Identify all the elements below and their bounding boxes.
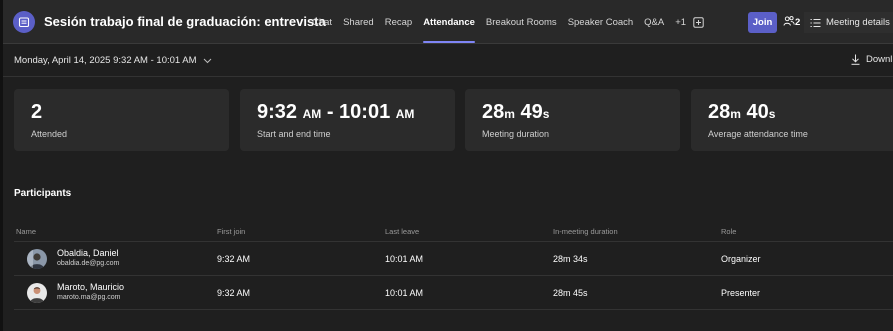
table-row[interactable]: Maroto, Mauricio maroto.ma@pg.com 9:32 A… xyxy=(14,276,893,310)
average-minutes-unit: m xyxy=(730,107,741,121)
start-ampm: AM xyxy=(302,107,322,121)
participant-email: maroto.ma@pg.com xyxy=(57,294,121,301)
duration-seconds: 49 xyxy=(514,101,543,123)
tab-speaker-coach[interactable]: Speaker Coach xyxy=(568,0,633,44)
duration-seconds-unit: s xyxy=(542,107,550,121)
tab-attendance[interactable]: Attendance xyxy=(423,0,475,44)
meeting-details-label: Meeting details xyxy=(826,17,890,28)
participant-email: obaldia.de@pg.com xyxy=(57,260,120,267)
start-end-time-value: 9:32 AM - 10:01 AM xyxy=(257,101,414,124)
attended-value: 2 xyxy=(31,101,43,123)
tab-more[interactable]: +1 xyxy=(675,0,686,44)
tab-chat[interactable]: Chat xyxy=(312,0,332,44)
participants-heading: Participants xyxy=(14,188,72,199)
session-date-label: Monday, April 14, 2025 9:32 AM - 10:01 A… xyxy=(14,55,197,66)
tab-recap[interactable]: Recap xyxy=(385,0,412,44)
start-end-time-card: 9:32 AM - 10:01 AM Start and end time xyxy=(240,89,455,151)
meeting-duration-card: 28m 49s Meeting duration xyxy=(465,89,680,151)
duration-cell: 28m 45s xyxy=(553,287,588,298)
add-tab-icon[interactable] xyxy=(693,0,704,44)
tab-shared[interactable]: Shared xyxy=(343,0,374,44)
column-header-name[interactable]: Name xyxy=(16,227,36,236)
end-time: 10:01 xyxy=(339,101,391,123)
chevron-down-icon xyxy=(203,58,212,64)
participants-count: 2 xyxy=(795,17,801,28)
table-header: Name First join Last leave In-meeting du… xyxy=(14,222,893,242)
first-join-cell: 9:32 AM xyxy=(217,287,251,298)
start-time: 9:32 xyxy=(257,101,298,123)
meeting-tabs: Chat Shared Recap Attendance Breakout Ro… xyxy=(312,0,704,44)
meeting-duration-label: Meeting duration xyxy=(482,129,550,139)
meeting-details-button[interactable]: Meeting details xyxy=(804,12,893,33)
calendar-meeting-icon xyxy=(13,11,35,33)
average-seconds: 40 xyxy=(740,101,769,123)
participant-cell: Maroto, Mauricio maroto.ma@pg.com xyxy=(14,282,124,303)
average-attendance-value: 28m 40s xyxy=(708,101,775,124)
attended-card: 2 Attended xyxy=(14,89,229,151)
time-separator: - xyxy=(321,101,340,123)
participants-table: Name First join Last leave In-meeting du… xyxy=(14,222,893,310)
average-attendance-label: Average attendance time xyxy=(708,129,808,139)
duration-minutes: 28 xyxy=(482,101,505,123)
column-header-duration[interactable]: In-meeting duration xyxy=(553,227,618,236)
column-header-role[interactable]: Role xyxy=(721,227,736,236)
participant-name: Maroto, Mauricio xyxy=(57,282,125,292)
session-date-dropdown[interactable]: Monday, April 14, 2025 9:32 AM - 10:01 A… xyxy=(14,55,212,66)
avatar xyxy=(27,248,47,269)
end-ampm: AM xyxy=(395,107,415,121)
column-header-first-join[interactable]: First join xyxy=(217,227,245,236)
duration-cell: 28m 34s xyxy=(553,253,588,264)
meeting-title: Sesión trabajo final de graduación: entr… xyxy=(44,14,326,29)
average-attendance-card: 28m 40s Average attendance time xyxy=(691,89,893,151)
attended-label: Attended xyxy=(31,129,68,139)
join-button[interactable]: Join xyxy=(748,12,777,33)
duration-minutes-unit: m xyxy=(504,107,515,121)
download-button[interactable]: Downl xyxy=(851,54,892,65)
first-join-cell: 9:32 AM xyxy=(217,253,251,264)
tab-qa[interactable]: Q&A xyxy=(644,0,664,44)
participant-cell: Obaldia, Daniel obaldia.de@pg.com xyxy=(14,248,119,269)
attendance-toolbar: Monday, April 14, 2025 9:32 AM - 10:01 A… xyxy=(3,44,893,77)
meeting-header: Sesión trabajo final de graduación: entr… xyxy=(3,0,893,44)
start-end-time-label: Start and end time xyxy=(257,129,331,139)
download-icon xyxy=(851,54,860,65)
average-minutes: 28 xyxy=(708,101,731,123)
meeting-duration-value: 28m 49s xyxy=(482,101,549,124)
people-icon xyxy=(783,15,795,30)
column-header-last-leave[interactable]: Last leave xyxy=(385,227,419,236)
role-cell: Organizer xyxy=(721,253,761,264)
table-row[interactable]: Obaldia, Daniel obaldia.de@pg.com 9:32 A… xyxy=(14,242,893,276)
last-leave-cell: 10:01 AM xyxy=(385,287,424,298)
last-leave-cell: 10:01 AM xyxy=(385,253,424,264)
participants-button[interactable]: 2 xyxy=(783,14,800,31)
role-cell: Presenter xyxy=(721,287,761,298)
participant-name: Obaldia, Daniel xyxy=(57,248,119,258)
average-seconds-unit: s xyxy=(768,107,776,121)
avatar xyxy=(27,282,47,303)
download-label: Downl xyxy=(866,54,893,65)
tab-breakout-rooms[interactable]: Breakout Rooms xyxy=(486,0,557,44)
list-icon xyxy=(810,18,821,28)
